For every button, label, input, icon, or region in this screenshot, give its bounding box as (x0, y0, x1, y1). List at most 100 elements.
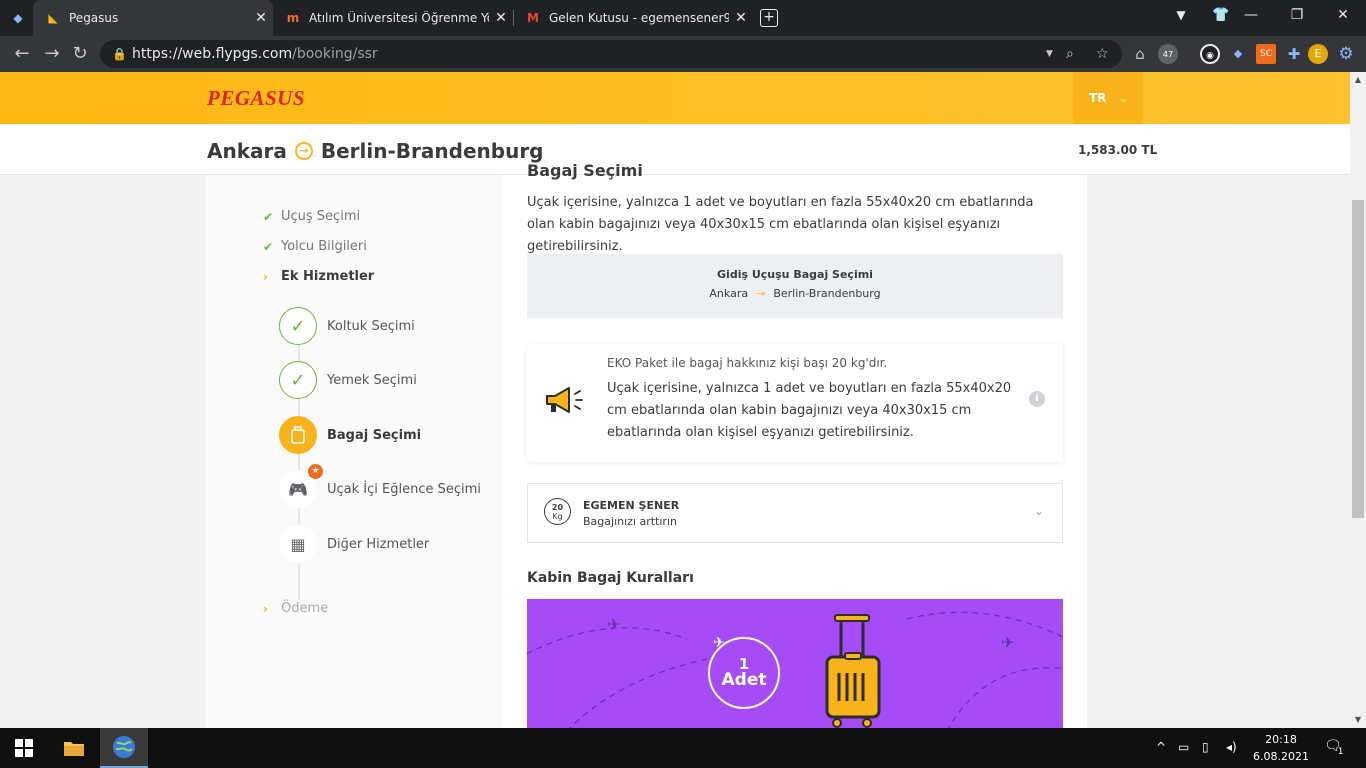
package-allowance-text: EKO Paket ile bagaj hakkınız kişi başı 2… (607, 356, 888, 370)
file-explorer-icon[interactable] (50, 728, 98, 768)
step-ucus-secimi[interactable]: ✔ Uçuş Seçimi (263, 209, 360, 224)
tab-atilim[interactable]: m Atılım Üniversitesi Öğrenme Yönet ✕ (273, 0, 513, 36)
step-label: Ödeme (281, 601, 329, 616)
restore-button[interactable]: ❐ (1274, 0, 1320, 30)
megaphone-icon (546, 387, 583, 413)
route-destination: Berlin-Brandenburg (320, 139, 544, 163)
baggage-content-panel: Bagaj Seçimi Uçak içerisine, yalnızca 1 … (503, 161, 1087, 728)
kg-unit: Kg (552, 512, 563, 521)
package-info-box: EKO Paket ile bagaj hakkınız kişi başı 2… (527, 344, 1063, 462)
zoom-icon[interactable]: ⌕ (1066, 40, 1074, 68)
tab-search-icon[interactable]: ◆ (0, 0, 32, 36)
bookmark-star-icon[interactable]: ☆ (1096, 40, 1109, 68)
baggage-intro-text: Uçak içerisine, yalnızca 1 adet ve boyut… (527, 195, 1034, 254)
close-window-button[interactable]: ✕ (1320, 0, 1366, 30)
minimize-button[interactable]: — (1228, 0, 1274, 30)
step-odeme[interactable]: › Ödeme (263, 601, 328, 616)
tab-gmail[interactable]: M Gelen Kutusu - egemensener98@g ✕ (513, 0, 753, 36)
system-clock[interactable]: 20:18 6.08.2021 (1250, 731, 1312, 765)
windows-start-icon[interactable] (0, 728, 48, 768)
substep-label: Uçak İçi Eğlence Seçimi (327, 481, 481, 497)
kg-number: 20 (551, 503, 564, 512)
check-circle-icon: ✓ (279, 361, 317, 399)
substep-yemek-secimi[interactable]: ✓ Yemek Seçimi (279, 361, 417, 399)
package-rules-text: Uçak içerisine, yalnızca 1 adet ve boyut… (607, 381, 1012, 440)
lock-icon: 🔒 (112, 47, 127, 61)
moodle-favicon-icon: m (286, 11, 300, 25)
address-bar[interactable]: 🔒 https://web.flypgs.com/booking/ssr ▼ ⌕… (100, 40, 1122, 68)
windows-taskbar: ^ ▭ ▯ ◂) 20:18 6.08.2021 🗨1 (0, 728, 1366, 768)
notifications-icon[interactable]: 🗨1 (1324, 738, 1348, 757)
pegasus-logo[interactable]: PEGASUS (207, 86, 305, 111)
clock-date: 6.08.2021 (1253, 750, 1309, 763)
increase-baggage-text: Bagajınızı arttırın (583, 515, 677, 528)
back-arrow-icon[interactable]: ← (12, 44, 32, 64)
luggage-icon (279, 416, 317, 454)
close-tab-icon[interactable]: ✕ (489, 10, 513, 26)
passenger-baggage-row[interactable]: 20 Kg EGEMEN ŞENER Bagajınızı arttırın ⌄ (527, 483, 1063, 543)
cabin-baggage-banner: ✈ ✈ 1 Adet ✈ (527, 599, 1063, 728)
step-ek-hizmetler[interactable]: › Ek Hizmetler (263, 269, 374, 284)
small-airplane-icon: ✈ (713, 635, 725, 651)
forward-arrow-icon[interactable]: → (42, 44, 62, 64)
new-tab-button[interactable]: + (760, 9, 778, 27)
chevron-down-icon[interactable]: ⌄ (1034, 504, 1044, 518)
new-badge: ★ (308, 464, 323, 479)
diamond-extension-icon[interactable]: ◆ (1228, 44, 1248, 64)
step-yolcu-bilgileri[interactable]: ✔ Yolcu Bilgileri (263, 239, 367, 254)
section-title: Bagaj Seçimi (527, 161, 643, 180)
reload-icon[interactable]: ↻ (70, 44, 90, 64)
diamond-icon: ◆ (13, 11, 23, 25)
tab-pegasus[interactable]: ◣ Pegasus ✕ (33, 0, 273, 36)
home-icon[interactable]: ⌂ (1130, 44, 1150, 64)
circle-extension-icon[interactable]: ◉ (1200, 44, 1220, 64)
arrow-right-icon: → (756, 287, 766, 300)
puzzle-extensions-icon[interactable]: ✚ (1284, 44, 1304, 64)
dropdown-arrow-icon[interactable]: ▼ (1046, 40, 1053, 68)
extension-badge-icon[interactable]: 47 (1158, 44, 1178, 64)
chevron-right-icon: › (263, 601, 268, 616)
url-host: https://web.flypgs.com (132, 46, 293, 62)
substep-koltuk-secimi[interactable]: ✓ Koltuk Seçimi (279, 307, 415, 345)
cabin-rules-title: Kabin Bagaj Kuralları (527, 570, 694, 586)
browser-tab-strip: ◆ ◣ Pegasus ✕ m Atılım Üniversitesi Öğre… (0, 0, 1366, 36)
flight-box-title: Gidiş Uçuşu Bagaj Seçimi (717, 268, 873, 281)
chrome-taskbar-icon[interactable] (100, 728, 148, 768)
close-tab-icon[interactable]: ✕ (249, 10, 273, 26)
scrollbar-thumb[interactable] (1352, 200, 1364, 518)
chevron-up-icon[interactable]: ^ (1156, 740, 1166, 754)
checkmark-icon: ✔ (263, 239, 274, 254)
network-icon[interactable]: ▯ (1202, 740, 1209, 754)
substep-diger-hizmetler[interactable]: ▦ Diğer Hizmetler (279, 525, 429, 563)
language-selector[interactable]: TR ⌄ (1073, 72, 1143, 124)
pegasus-favicon-icon: ◣ (48, 11, 58, 25)
scroll-down-arrow-icon[interactable]: ▼ (1350, 712, 1366, 728)
sc-label: SC (1260, 49, 1272, 59)
grid-services-icon: ▦ (279, 525, 317, 563)
arrow-right-circle-icon: → (294, 142, 313, 160)
browser-toolbar: ← → ↻ 🔒 https://web.flypgs.com/booking/s… (0, 36, 1366, 72)
passenger-name: EGEMEN ŞENER (583, 499, 680, 512)
substep-label: Bagaj Seçimi (327, 427, 422, 443)
route-origin: Ankara (207, 139, 287, 163)
extension-badge-count: 47 (1162, 50, 1174, 59)
page-scrollbar[interactable]: ▲ ▼ (1350, 72, 1366, 728)
substep-label: Yemek Seçimi (327, 372, 417, 388)
substep-ucak-ici-eglence[interactable]: 🎮 ★ Uçak İçi Eğlence Seçimi (279, 464, 481, 508)
close-tab-icon[interactable]: ✕ (729, 10, 753, 26)
volume-icon[interactable]: ◂) (1226, 740, 1237, 754)
substep-bagaj-secimi[interactable]: Bagaj Seçimi (279, 416, 421, 454)
booking-steps-sidebar: ✔ Uçuş Seçimi ✔ Yolcu Bilgileri › Ek Hiz… (206, 175, 503, 728)
suitcase-icon (825, 614, 881, 728)
battery-icon[interactable]: ▭ (1178, 740, 1189, 754)
sc-extension-icon[interactable]: SC (1256, 44, 1276, 64)
scroll-up-arrow-icon[interactable]: ▲ (1350, 72, 1366, 88)
chevron-down-icon: ⌄ (1118, 91, 1129, 105)
info-icon[interactable]: i (1029, 391, 1045, 407)
settings-gear-icon[interactable]: ⚙ (1336, 44, 1356, 64)
step-label: Ek Hizmetler (281, 269, 375, 284)
profile-avatar[interactable]: E (1308, 44, 1328, 64)
flight-box-destination: Berlin-Brandenburg (773, 287, 881, 300)
gmail-favicon-icon: M (527, 11, 539, 25)
total-price[interactable]: 1,583.00 TL (1078, 143, 1157, 157)
